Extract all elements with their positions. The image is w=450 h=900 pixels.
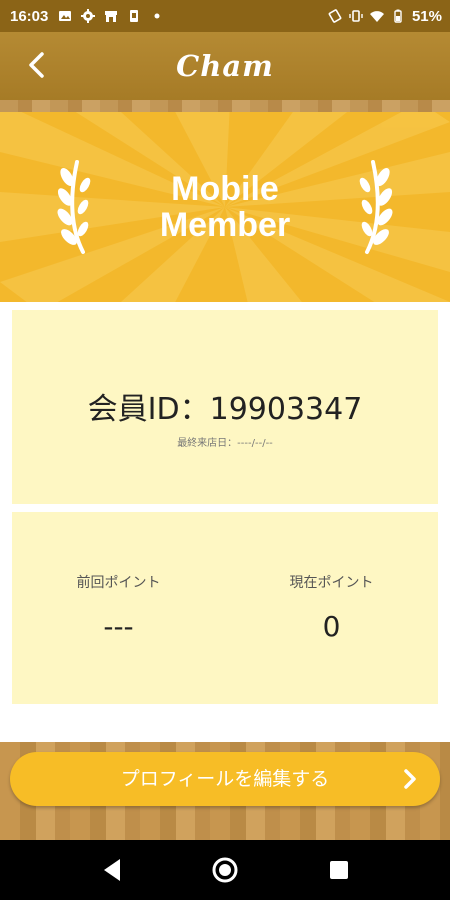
- current-points-label: 現在ポイント: [289, 575, 374, 591]
- banner-title-line1: Mobile: [171, 170, 279, 208]
- nav-back-icon[interactable]: [100, 857, 124, 883]
- banner-title-line2: Member: [159, 206, 291, 244]
- dot-icon: [154, 13, 160, 19]
- settings-icon: [81, 9, 96, 23]
- current-points: 現在ポイント 0: [225, 572, 438, 643]
- rotate-icon: [328, 9, 342, 23]
- edit-profile-label: プロフィールを編集する: [120, 768, 330, 790]
- wifi-icon: [369, 11, 384, 22]
- previous-points: 前回ポイント ---: [12, 572, 225, 643]
- edit-profile-button[interactable]: プロフィールを編集する: [10, 752, 440, 806]
- chevron-right-icon: [404, 769, 416, 789]
- previous-points-label: 前回ポイント: [76, 575, 161, 591]
- app-header: Cham: [0, 32, 450, 100]
- system-nav-bar: [0, 840, 450, 900]
- member-banner: Mobile Member: [0, 112, 450, 302]
- app-logo: Cham: [176, 49, 274, 83]
- wood-divider: [0, 100, 450, 112]
- status-time: 16:03: [10, 7, 49, 25]
- back-chevron-icon[interactable]: [22, 50, 52, 80]
- current-points-value: 0: [322, 610, 341, 643]
- phone-app-icon: [130, 10, 139, 22]
- store-icon: [105, 11, 118, 22]
- member-id-card: 会員ID：19903347 最終来店日：----/--/--: [12, 310, 438, 504]
- nav-recents-icon[interactable]: [328, 859, 350, 881]
- battery-percentage: 51%: [411, 7, 442, 25]
- previous-points-value: ---: [103, 610, 134, 643]
- member-info-section: 会員ID：19903347 最終来店日：----/--/-- 前回ポイント --…: [0, 302, 450, 742]
- points-card: 前回ポイント --- 現在ポイント 0: [12, 512, 438, 704]
- battery-icon: [394, 9, 402, 23]
- last-visit-date: 最終来店日：----/--/--: [177, 438, 273, 449]
- status-bar: 16:03 51%: [0, 0, 450, 32]
- image-icon: [59, 11, 72, 21]
- vibrate-icon: [349, 10, 363, 22]
- nav-home-icon[interactable]: [211, 856, 239, 884]
- member-id: 会員ID：19903347: [87, 392, 363, 427]
